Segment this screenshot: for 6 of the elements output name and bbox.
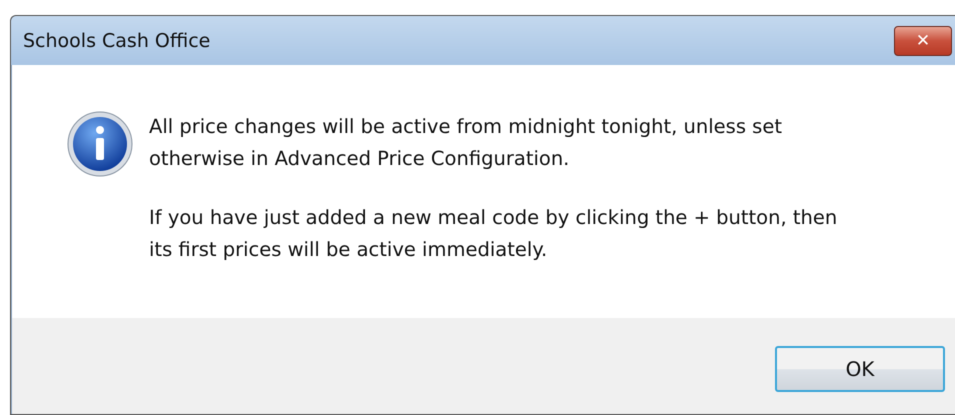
message-text: All price changes will be active from midnight tonight, unless set otherwise in Advanced Price Configuration. — [149, 114, 783, 172]
window-title: Schools Cash Office — [23, 30, 210, 52]
message-text: If you have just added a new meal code by clicking the + button, then its first prices will be active immediately. — [149, 205, 838, 263]
close-button[interactable]: ✕ — [894, 26, 952, 56]
ok-button[interactable]: OK — [775, 346, 945, 392]
info-icon — [67, 111, 133, 177]
